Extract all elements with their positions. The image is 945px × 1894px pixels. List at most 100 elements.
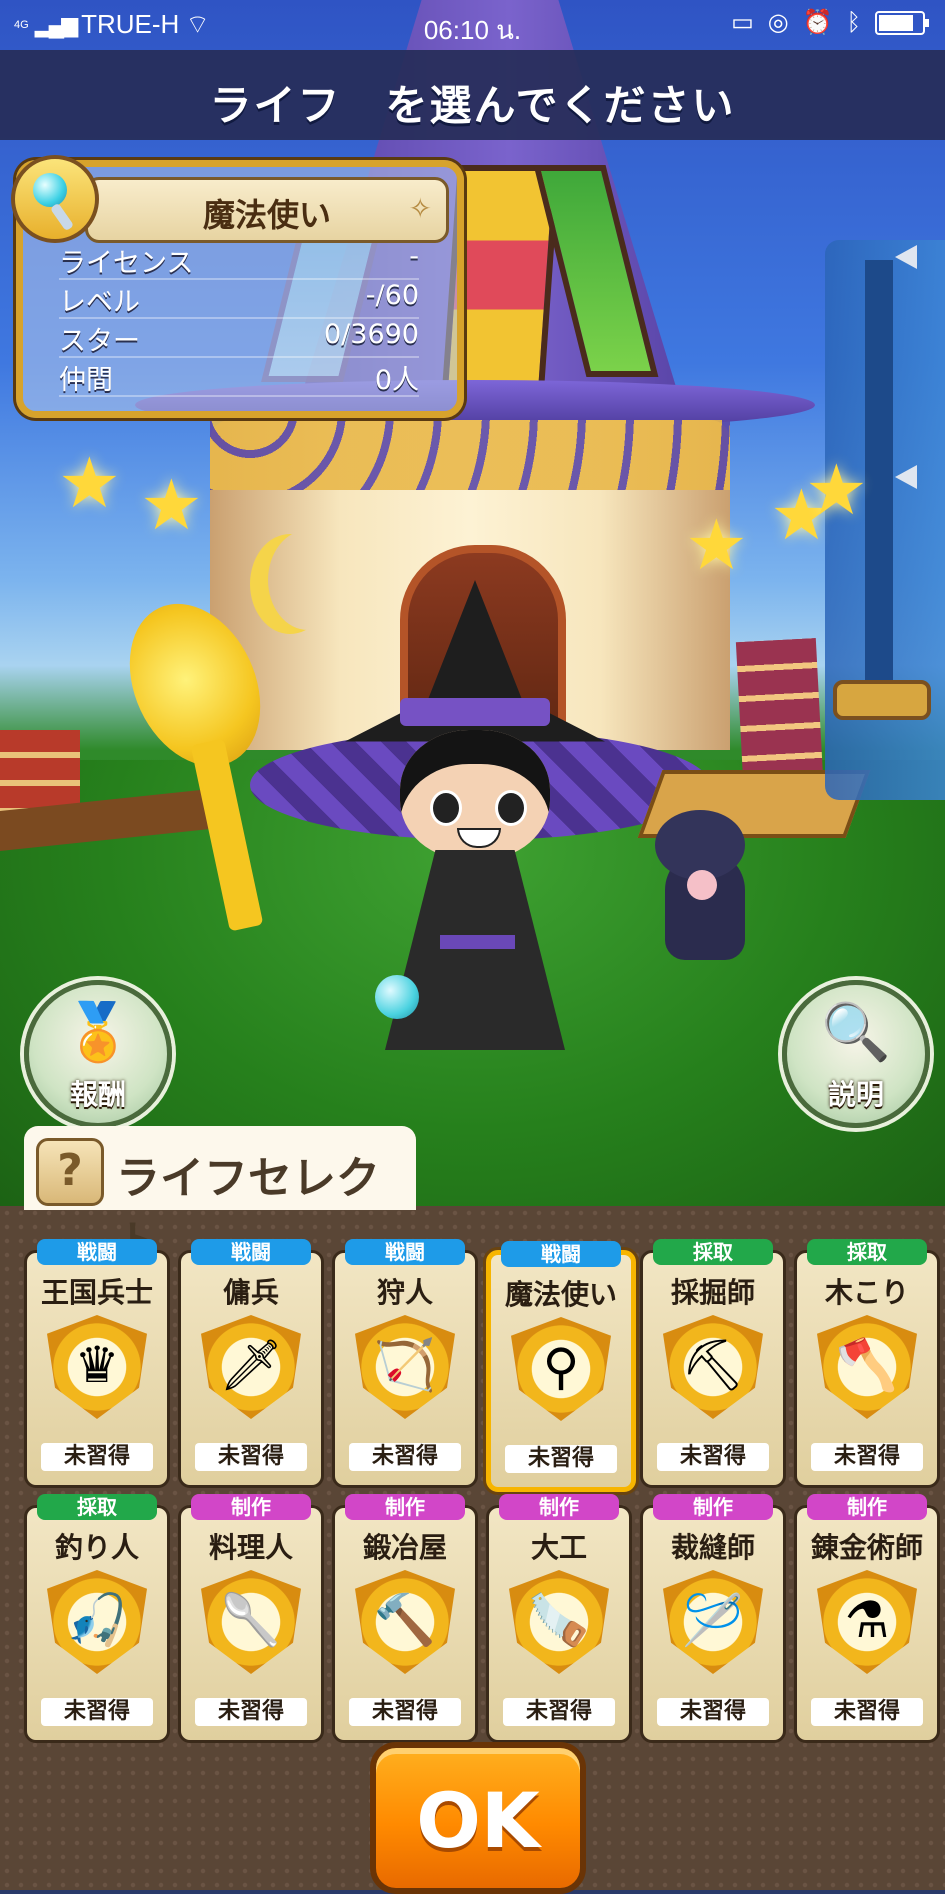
reward-label: 報酬 — [69, 1078, 126, 1111]
hat-band — [400, 698, 550, 726]
category-badge: 制作 — [191, 1494, 311, 1520]
category-badge: 戦闘 — [345, 1239, 465, 1265]
info-row-label: 仲間 — [59, 365, 113, 396]
moon-icon — [268, 530, 348, 630]
job-card[interactable]: 戦闘傭兵 🗡 未習得 — [178, 1239, 324, 1488]
job-card[interactable]: 制作錬金術師 ⚗ 未習得 — [794, 1494, 940, 1743]
job-name-bar: 魔法使い ✧ — [85, 177, 449, 243]
job-card-name: 錬金術師 — [810, 1531, 923, 1564]
fishing-rod-icon: 🎣 — [65, 1591, 129, 1649]
scroll-knob[interactable] — [833, 680, 931, 720]
page-title: ライフ を選んでください — [209, 81, 736, 130]
pickaxe-icon: ⛏ — [681, 1336, 745, 1394]
wand-orb — [375, 975, 419, 1019]
cat-chest — [687, 870, 717, 900]
category-badge: 制作 — [807, 1494, 927, 1520]
lock-rotation-icon: ◎ — [767, 9, 789, 36]
wand-stick — [49, 202, 75, 232]
explain-button[interactable]: 🔍 説明 — [782, 980, 930, 1128]
flask-icon: ⚗ — [844, 1591, 890, 1649]
ok-button[interactable]: OK — [370, 1742, 586, 1894]
axe-icon: 🪓 — [835, 1336, 899, 1394]
job-card-name: 裁縫師 — [670, 1531, 755, 1564]
star-icon: ★ — [805, 449, 868, 531]
job-card-name: 大工 — [530, 1531, 587, 1564]
job-card-name: 釣り人 — [54, 1531, 139, 1564]
magnifier-icon: 🔍 — [821, 1000, 891, 1065]
job-card-name: 魔法使い — [504, 1278, 617, 1311]
job-status: 未習得 — [657, 1443, 769, 1471]
bow-icon: 🏹 — [373, 1336, 437, 1394]
star-icon: ★ — [140, 464, 203, 546]
battery-level — [879, 14, 913, 31]
job-status: 未習得 — [657, 1698, 769, 1726]
star-icon: ★ — [58, 442, 121, 524]
job-info-card: 魔法使い ✧ ライセンス - レベル -/60 スター 0/3690 仲間 0人 — [11, 155, 464, 418]
robe-belt — [440, 935, 515, 949]
info-row-value: - — [409, 241, 419, 272]
job-card[interactable]: 制作裁縫師 🪡 未習得 — [640, 1494, 786, 1743]
info-row: レベル -/60 — [59, 280, 419, 319]
job-status: 未習得 — [811, 1443, 923, 1471]
category-badge: 採取 — [807, 1239, 927, 1265]
info-row: スター 0/3690 — [59, 319, 419, 358]
category-badge: 制作 — [653, 1494, 773, 1520]
job-status: 未習得 — [503, 1698, 615, 1726]
life-select-tab: ? ライフセレクト — [24, 1126, 416, 1268]
alarm-icon: ⏰ — [802, 9, 833, 36]
job-status: 未習得 — [505, 1445, 617, 1473]
job-card[interactable]: 制作 鍛冶屋 🔨 未習得 — [332, 1494, 478, 1743]
info-row-label: レベル — [59, 287, 140, 318]
job-card[interactable]: 制作 料理人 🥄 未習得 — [178, 1494, 324, 1743]
job-status: 未習得 — [349, 1698, 461, 1726]
job-card-name: 採掘師 — [670, 1276, 755, 1309]
job-card-name: 木こり — [824, 1276, 909, 1309]
character-eye — [495, 790, 527, 826]
job-status: 未習得 — [195, 1443, 307, 1471]
job-card[interactable]: 戦闘 魔法使い ⚲ 未習得 — [486, 1241, 636, 1492]
job-card-name: 狩人 — [376, 1276, 433, 1309]
arrow-left-icon — [895, 245, 917, 269]
category-badge: 戦闘 — [191, 1239, 311, 1265]
arrow-left-icon — [895, 465, 917, 489]
black-cat — [655, 810, 755, 970]
reward-button[interactable]: 🏅 報酬 — [24, 980, 172, 1128]
job-card[interactable]: 採取採掘師 ⛏ 未習得 — [640, 1239, 786, 1488]
saw-icon: 🪚 — [527, 1591, 591, 1649]
job-card-name: 料理人 — [208, 1531, 293, 1564]
category-badge: 戦闘 — [37, 1239, 157, 1265]
job-card[interactable]: 戦闘 王国兵士 ♛ 未習得 — [24, 1239, 170, 1488]
bluetooth-icon: ᛒ — [846, 8, 861, 36]
star-icon: ★ — [685, 504, 748, 586]
job-card[interactable]: 採取木こり 🪓 未習得 — [794, 1239, 940, 1488]
cast-icon: ▭ — [731, 9, 754, 36]
job-status: 未習得 — [811, 1698, 923, 1726]
job-card-name: 王国兵士 — [40, 1276, 153, 1309]
job-card-name: 鍛冶屋 — [362, 1531, 447, 1564]
hammer-icon: 🔨 — [373, 1591, 437, 1649]
black-robe — [385, 850, 565, 1050]
job-card[interactable]: 採取 釣り人 🎣 未習得 — [24, 1494, 170, 1743]
info-row-label: スター — [59, 326, 140, 357]
job-status: 未習得 — [41, 1443, 153, 1471]
sword-icon: 🗡 — [219, 1336, 283, 1394]
info-row-label: ライセンス — [59, 248, 194, 279]
wand-orb — [33, 173, 67, 207]
job-status: 未習得 — [349, 1443, 461, 1471]
explain-label: 説明 — [827, 1078, 884, 1111]
title-bar: ライフ を選んでください — [0, 50, 945, 140]
house-trim — [210, 420, 730, 490]
needle-icon: 🪡 — [681, 1591, 745, 1649]
info-row-value: 0/3690 — [324, 319, 419, 350]
help-icon[interactable]: ? — [36, 1138, 104, 1206]
category-badge: 採取 — [653, 1239, 773, 1265]
info-row: ライセンス - — [59, 241, 419, 280]
job-card-name: 傭兵 — [222, 1276, 279, 1309]
magic-wand-icon: ⚲ — [542, 1338, 580, 1396]
job-card[interactable]: 制作 大工 🪚 未習得 — [486, 1494, 632, 1743]
category-badge: 採取 — [37, 1494, 157, 1520]
info-row-value: -/60 — [365, 280, 419, 311]
sparkle-icon: ✧ — [408, 192, 432, 225]
job-stats: ライセンス - レベル -/60 スター 0/3690 仲間 0人 — [59, 241, 419, 397]
job-card[interactable]: 戦闘狩人 🏹 未習得 — [332, 1239, 478, 1488]
